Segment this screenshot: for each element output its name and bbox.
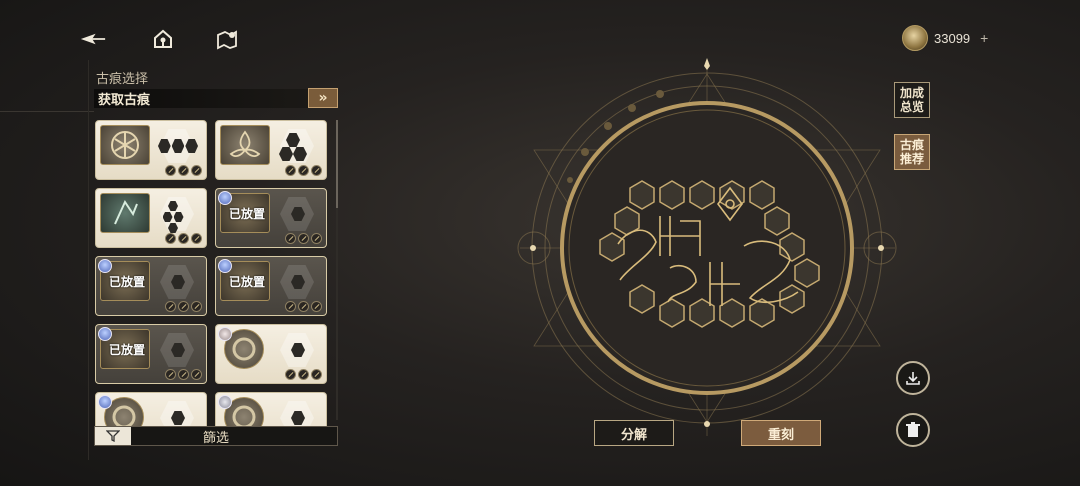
reengrave-button[interactable]: 重刻 <box>741 420 821 446</box>
character-avatar <box>98 327 112 341</box>
character-avatar <box>218 327 232 341</box>
trace-card[interactable]: 已放置 <box>95 256 207 316</box>
filter-bar[interactable]: 篩选 <box>94 426 338 446</box>
filter-label: 篩选 <box>202 429 229 445</box>
slot-icons <box>285 301 322 312</box>
shape-preview-icon <box>278 133 308 161</box>
add-currency-button[interactable]: + <box>980 30 988 46</box>
character-avatar <box>98 395 112 409</box>
download-icon[interactable] <box>896 361 930 395</box>
panel-title: 古痕选择 <box>96 71 149 86</box>
acquire-label: 获取古痕 <box>98 92 151 107</box>
character-avatar <box>218 191 232 205</box>
acquire-bar[interactable]: 获取古痕 <box>94 89 310 108</box>
slot-icons <box>285 165 322 176</box>
trace-art-icon <box>100 125 150 165</box>
trace-art-icon <box>220 125 270 165</box>
divider <box>0 111 94 112</box>
trace-card[interactable] <box>215 120 327 180</box>
shape-preview-icon <box>158 405 198 426</box>
shape-preview-icon <box>158 269 198 295</box>
slot-icons <box>285 233 322 244</box>
trace-card[interactable] <box>95 120 207 180</box>
trace-card[interactable]: 已放置 <box>215 256 327 316</box>
trace-card[interactable] <box>215 324 327 384</box>
decompose-button[interactable]: 分解 <box>594 420 674 446</box>
filter-icon[interactable] <box>95 427 131 445</box>
character-avatar <box>218 259 232 273</box>
back-arrow-icon[interactable] <box>80 26 106 52</box>
slot-icons <box>165 301 202 312</box>
trace-list[interactable]: 已放置 已放置 已放置 已放置 <box>94 118 334 426</box>
trash-icon[interactable] <box>896 413 930 447</box>
slot-icons <box>165 233 202 244</box>
placed-label: 已放置 <box>228 207 265 221</box>
acquire-button[interactable]: » <box>308 88 338 108</box>
list-scroll-thumb[interactable] <box>336 120 338 208</box>
trace-card[interactable] <box>95 188 207 248</box>
slot-icons <box>165 165 202 176</box>
trace-card[interactable] <box>215 392 327 426</box>
placed-label: 已放置 <box>108 343 145 357</box>
shape-preview-icon <box>278 405 318 426</box>
trace-card[interactable]: 已放置 <box>215 188 327 248</box>
recommend-button[interactable]: 古痕推荐 <box>894 134 930 170</box>
shape-preview-icon <box>278 337 318 363</box>
astrolabe-board <box>517 58 897 436</box>
shape-preview-icon <box>158 133 199 159</box>
bonus-overview-button[interactable]: 加成总览 <box>894 82 930 118</box>
slot-icons <box>285 369 322 380</box>
shape-preview-icon <box>278 269 318 295</box>
character-avatar <box>218 395 232 409</box>
currency-amount: 33099 <box>934 30 971 46</box>
trace-card[interactable] <box>95 392 207 426</box>
currency-display: 33099 + <box>902 25 988 51</box>
character-avatar <box>98 259 112 273</box>
shape-preview-icon <box>278 201 318 227</box>
shape-preview-icon <box>158 337 198 363</box>
home-icon[interactable] <box>150 26 176 52</box>
slot-icons <box>165 369 202 380</box>
placed-label: 已放置 <box>108 275 145 289</box>
trace-art-icon <box>100 193 150 233</box>
map-guide-icon[interactable] <box>214 26 240 52</box>
gold-coin-icon <box>902 25 928 51</box>
placed-label: 已放置 <box>228 275 265 289</box>
shape-preview-icon <box>158 201 188 233</box>
trace-card[interactable]: 已放置 <box>95 324 207 384</box>
divider <box>88 60 89 460</box>
